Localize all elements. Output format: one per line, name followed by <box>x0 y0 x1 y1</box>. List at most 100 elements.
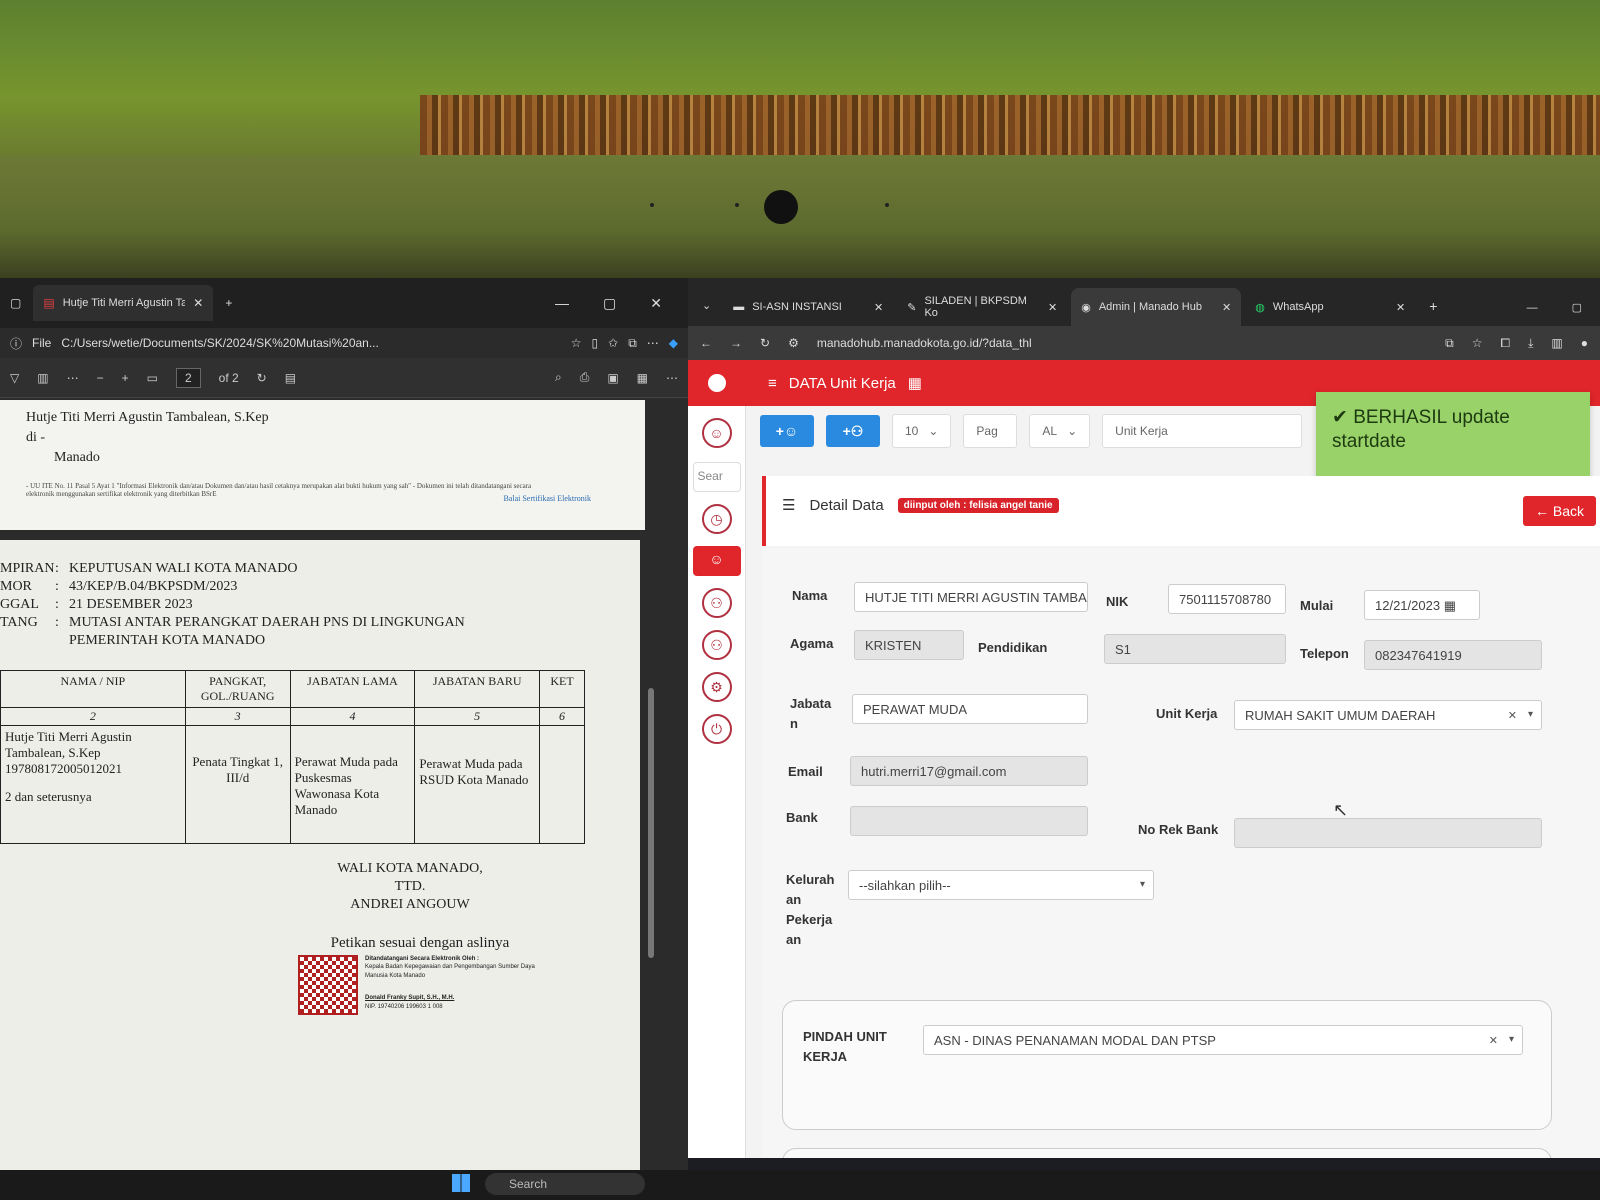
bank-field[interactable] <box>850 806 1088 836</box>
meta-value: PEMERINTAH KOTA MANADO <box>69 633 266 648</box>
save-as-icon[interactable]: ▦ <box>637 371 648 385</box>
meta-colon: : <box>55 579 59 594</box>
site-info-icon[interactable]: ⚙ <box>788 336 799 350</box>
menu-icon[interactable]: ≡ <box>768 375 777 392</box>
info-icon[interactable]: ⓘ <box>10 335 22 352</box>
rotate-icon[interactable]: ↻ <box>257 371 267 385</box>
telepon-field[interactable]: 082347641919 <box>1364 640 1542 670</box>
clear-icon[interactable]: ✕ <box>1508 709 1517 722</box>
sidebar-toggle-icon[interactable]: ▥ <box>37 371 48 385</box>
pendidikan-field[interactable]: S1 <box>1104 634 1286 664</box>
sidepanel-icon[interactable]: ▥ <box>1551 336 1562 350</box>
search-icon[interactable]: ⌕ <box>555 370 562 385</box>
url-field[interactable]: manadohub.manadokota.go.id/?data_thl <box>817 336 1427 350</box>
zoom-out-icon[interactable]: − <box>97 371 104 385</box>
nama-field[interactable]: HUTJE TITI MERRI AGUSTIN TAMBALE <box>854 582 1088 612</box>
filter-select[interactable]: AL ⌄ <box>1029 414 1091 448</box>
maximize-icon[interactable]: ▢ <box>1572 301 1600 326</box>
mouse-cursor-icon: ↖ <box>1333 800 1349 820</box>
no-rek-field[interactable] <box>1234 818 1542 848</box>
page-number-input[interactable]: 2 <box>175 367 201 388</box>
copilot-icon[interactable]: ◆ <box>669 336 678 350</box>
clear-icon[interactable]: ✕ <box>1489 1034 1498 1047</box>
page-size-select[interactable]: 10 ⌄ <box>892 414 952 448</box>
filter-icon[interactable]: ▽ <box>10 371 19 385</box>
save-icon[interactable]: ▣ <box>607 371 618 385</box>
cell-ket <box>539 725 585 844</box>
bookmark-icon[interactable]: ☆ <box>1472 336 1483 350</box>
windows-start-icon[interactable] <box>452 1174 470 1192</box>
pindah-unit-select[interactable]: ASN - DINAS PENANAMAN MODAL DAN PTSP ✕ ▾ <box>923 1025 1523 1055</box>
label-mulai: Mulai <box>1300 598 1334 613</box>
cell-nama-extra: 2 dan seterusnya <box>5 789 92 804</box>
back-button[interactable]: ← Back <box>1522 496 1596 526</box>
file-path[interactable]: C:/Users/wetie/Documents/SK/2024/SK%20Mu… <box>61 336 560 350</box>
table-toolbar: +☺ +⚇ 10 ⌄ Pag AL ⌄ Unit Kerja <box>760 414 1303 448</box>
sidebar-item-person[interactable]: ☺ <box>692 546 741 576</box>
back-arrow-icon[interactable]: ← <box>700 336 712 350</box>
label-no-rek: No Rek Bank <box>1138 822 1219 837</box>
window-menu-icon[interactable]: ▢ <box>10 296 21 310</box>
browser-tab[interactable]: ▬ SI-ASN INSTANSI ✕ <box>723 288 893 326</box>
print-icon[interactable]: ⎙ <box>580 370 590 385</box>
power-icon[interactable]: ⏻ <box>701 714 732 744</box>
maximize-icon[interactable]: ▢ <box>603 295 616 312</box>
page-size-value: 10 <box>905 424 919 438</box>
fit-page-icon[interactable]: ▭ <box>147 371 158 385</box>
more-tools-icon[interactable]: ⋯ <box>67 371 79 385</box>
dashboard-icon[interactable]: ◷ <box>701 504 732 534</box>
collections-icon[interactable]: ⧉ <box>628 336 637 351</box>
browser-tab[interactable]: ✎ SILADEN | BKPSDM Ko ✕ <box>897 288 1067 326</box>
pdf-tab[interactable]: ▤ Hutje Titi Merri Agustin Tambale ✕ <box>33 285 214 321</box>
jabatan-field[interactable]: PERAWAT MUDA <box>852 694 1088 724</box>
users-icon[interactable]: ⚇ <box>701 630 732 660</box>
close-icon[interactable]: ✕ <box>874 301 883 314</box>
mulai-date-field[interactable]: 12/21/2023 ▦ <box>1364 590 1480 620</box>
close-icon[interactable]: ✕ <box>1048 301 1057 314</box>
more-icon[interactable]: ⋯ <box>647 336 659 350</box>
favorites-icon[interactable]: ✩ <box>608 336 618 350</box>
more-icon[interactable]: ⋯ <box>666 371 678 385</box>
profile-icon[interactable]: ● <box>1581 336 1588 350</box>
close-icon[interactable]: ✕ <box>1222 301 1231 314</box>
close-icon[interactable]: ✕ <box>1396 301 1405 314</box>
col-number: 3 <box>184 707 291 726</box>
pdf-scrollbar[interactable] <box>648 688 654 958</box>
tab-favicon-icon: ✎ <box>907 301 917 314</box>
unit-kerja-select[interactable]: RUMAH SAKIT UMUM DAERAH ✕ ▾ <box>1234 700 1542 730</box>
nik-field[interactable]: 7501115708780 <box>1168 584 1286 614</box>
page-input[interactable]: Pag <box>963 414 1018 448</box>
reload-icon[interactable]: ↻ <box>760 336 770 350</box>
taskbar-search[interactable]: Search <box>485 1173 645 1195</box>
user-settings-icon[interactable]: ⚙ <box>701 672 732 702</box>
reader-icon[interactable]: ▯ <box>592 336 599 350</box>
browser-tab[interactable]: ◍ WhatsApp ✕ <box>1245 288 1415 326</box>
forward-arrow-icon[interactable]: → <box>730 336 742 350</box>
agama-field[interactable]: KRISTEN <box>854 630 964 660</box>
col-number: 4 <box>289 707 416 726</box>
extensions-icon[interactable]: ⧠ <box>1500 336 1510 351</box>
install-icon[interactable]: ⧉ <box>1445 336 1454 351</box>
zoom-in-icon[interactable]: + <box>122 371 129 385</box>
add-user-button[interactable]: +☺ <box>760 415 814 447</box>
new-tab-icon[interactable]: + <box>225 296 232 310</box>
minimize-icon[interactable]: — <box>1527 302 1568 326</box>
unit-kerja-filter[interactable]: Unit Kerja <box>1102 414 1303 448</box>
add-users-button[interactable]: +⚇ <box>826 415 880 447</box>
tab-list-icon[interactable]: ⌄ <box>696 299 719 326</box>
close-icon[interactable]: ✕ <box>193 296 203 310</box>
new-tab-icon[interactable]: + <box>1419 298 1437 326</box>
email-field[interactable]: hutri.merri17@gmail.com <box>850 756 1088 786</box>
close-window-icon[interactable]: ✕ <box>650 295 662 312</box>
favorite-icon[interactable]: ☆ <box>571 336 582 350</box>
group-icon[interactable]: ⚇ <box>701 588 732 618</box>
unit-kerja-value: RUMAH SAKIT UMUM DAERAH <box>1245 708 1436 723</box>
kelurahan-select[interactable]: --silahkan pilih-- ▾ <box>848 870 1154 900</box>
page-view-icon[interactable]: ▤ <box>285 371 296 385</box>
sidebar-search-input[interactable]: Sear <box>692 462 741 492</box>
download-icon[interactable]: ⤓ <box>1528 336 1533 351</box>
user-avatar-icon[interactable]: ☺ <box>701 418 732 448</box>
minimize-icon[interactable]: — <box>555 295 569 312</box>
browser-tab-active[interactable]: ◉ Admin | Manado Hub ✕ <box>1071 288 1242 326</box>
calendar-icon[interactable]: ▦ <box>1444 598 1456 613</box>
